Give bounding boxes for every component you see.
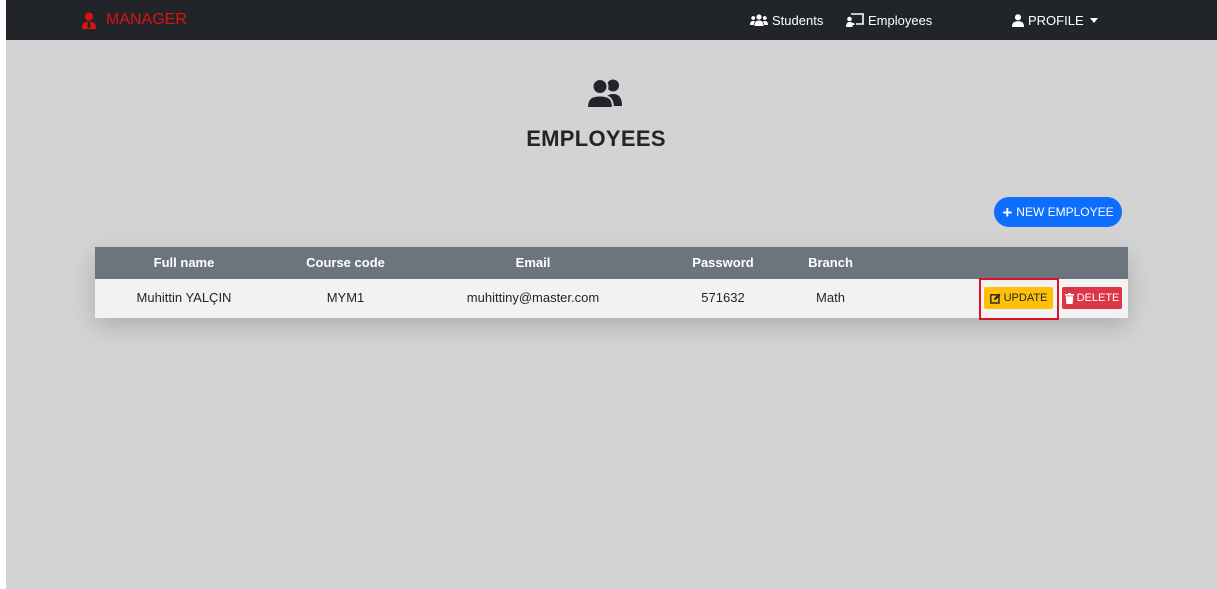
update-highlight-box [979, 278, 1059, 320]
table-row: Muhittin YALÇIN MYM1 muhittiny@master.co… [95, 279, 1128, 318]
user-tie-icon [82, 12, 96, 29]
trash-icon [1064, 292, 1074, 304]
new-employee-label: NEW EMPLOYEE [1016, 205, 1114, 219]
page-title: EMPLOYEES [526, 126, 666, 151]
new-employee-button[interactable]: + NEW EMPLOYEE [994, 197, 1122, 227]
column-header-branch[interactable]: Branch [798, 247, 863, 279]
profile-label: PROFILE [1028, 12, 1084, 28]
caret-down-icon [1089, 17, 1098, 23]
user-friends-icon [585, 78, 625, 113]
app-frame: MANAGER Students Employees PROFILE EMPLO… [6, 0, 1217, 589]
cell-branch: Math [816, 290, 845, 305]
column-header-course-code[interactable]: Course code [273, 247, 418, 279]
nav-employees-label: Employees [868, 12, 933, 28]
nav-students-label: Students [772, 12, 824, 28]
profile-dropdown[interactable]: PROFILE [1012, 10, 1098, 30]
cell-full-name: Muhittin YALÇIN [136, 290, 232, 305]
plus-icon: + [1002, 202, 1013, 222]
column-header-full-name[interactable]: Full name [95, 247, 273, 279]
top-navbar: MANAGER Students Employees PROFILE [6, 0, 1217, 40]
user-icon [1012, 13, 1024, 27]
delete-button[interactable]: DELETE [1062, 287, 1122, 309]
chalkboard-teacher-icon [846, 13, 864, 27]
cell-email: muhittiny@master.com [466, 290, 600, 305]
delete-label: DELETE [1076, 292, 1120, 304]
table-header: Full name Course code Email Password Bra… [95, 247, 1128, 279]
nav-employees[interactable]: Employees [846, 10, 932, 30]
brand-link[interactable]: MANAGER [82, 8, 187, 32]
column-header-email[interactable]: Email [418, 247, 648, 279]
users-icon [750, 14, 768, 26]
brand-label: MANAGER [106, 11, 187, 28]
cell-course-code: MYM1 [326, 290, 365, 305]
employees-table: Full name Course code Email Password Bra… [95, 247, 1128, 320]
cell-password: 571632 [701, 290, 745, 305]
column-header-password[interactable]: Password [648, 247, 798, 279]
nav-students[interactable]: Students [750, 10, 823, 30]
